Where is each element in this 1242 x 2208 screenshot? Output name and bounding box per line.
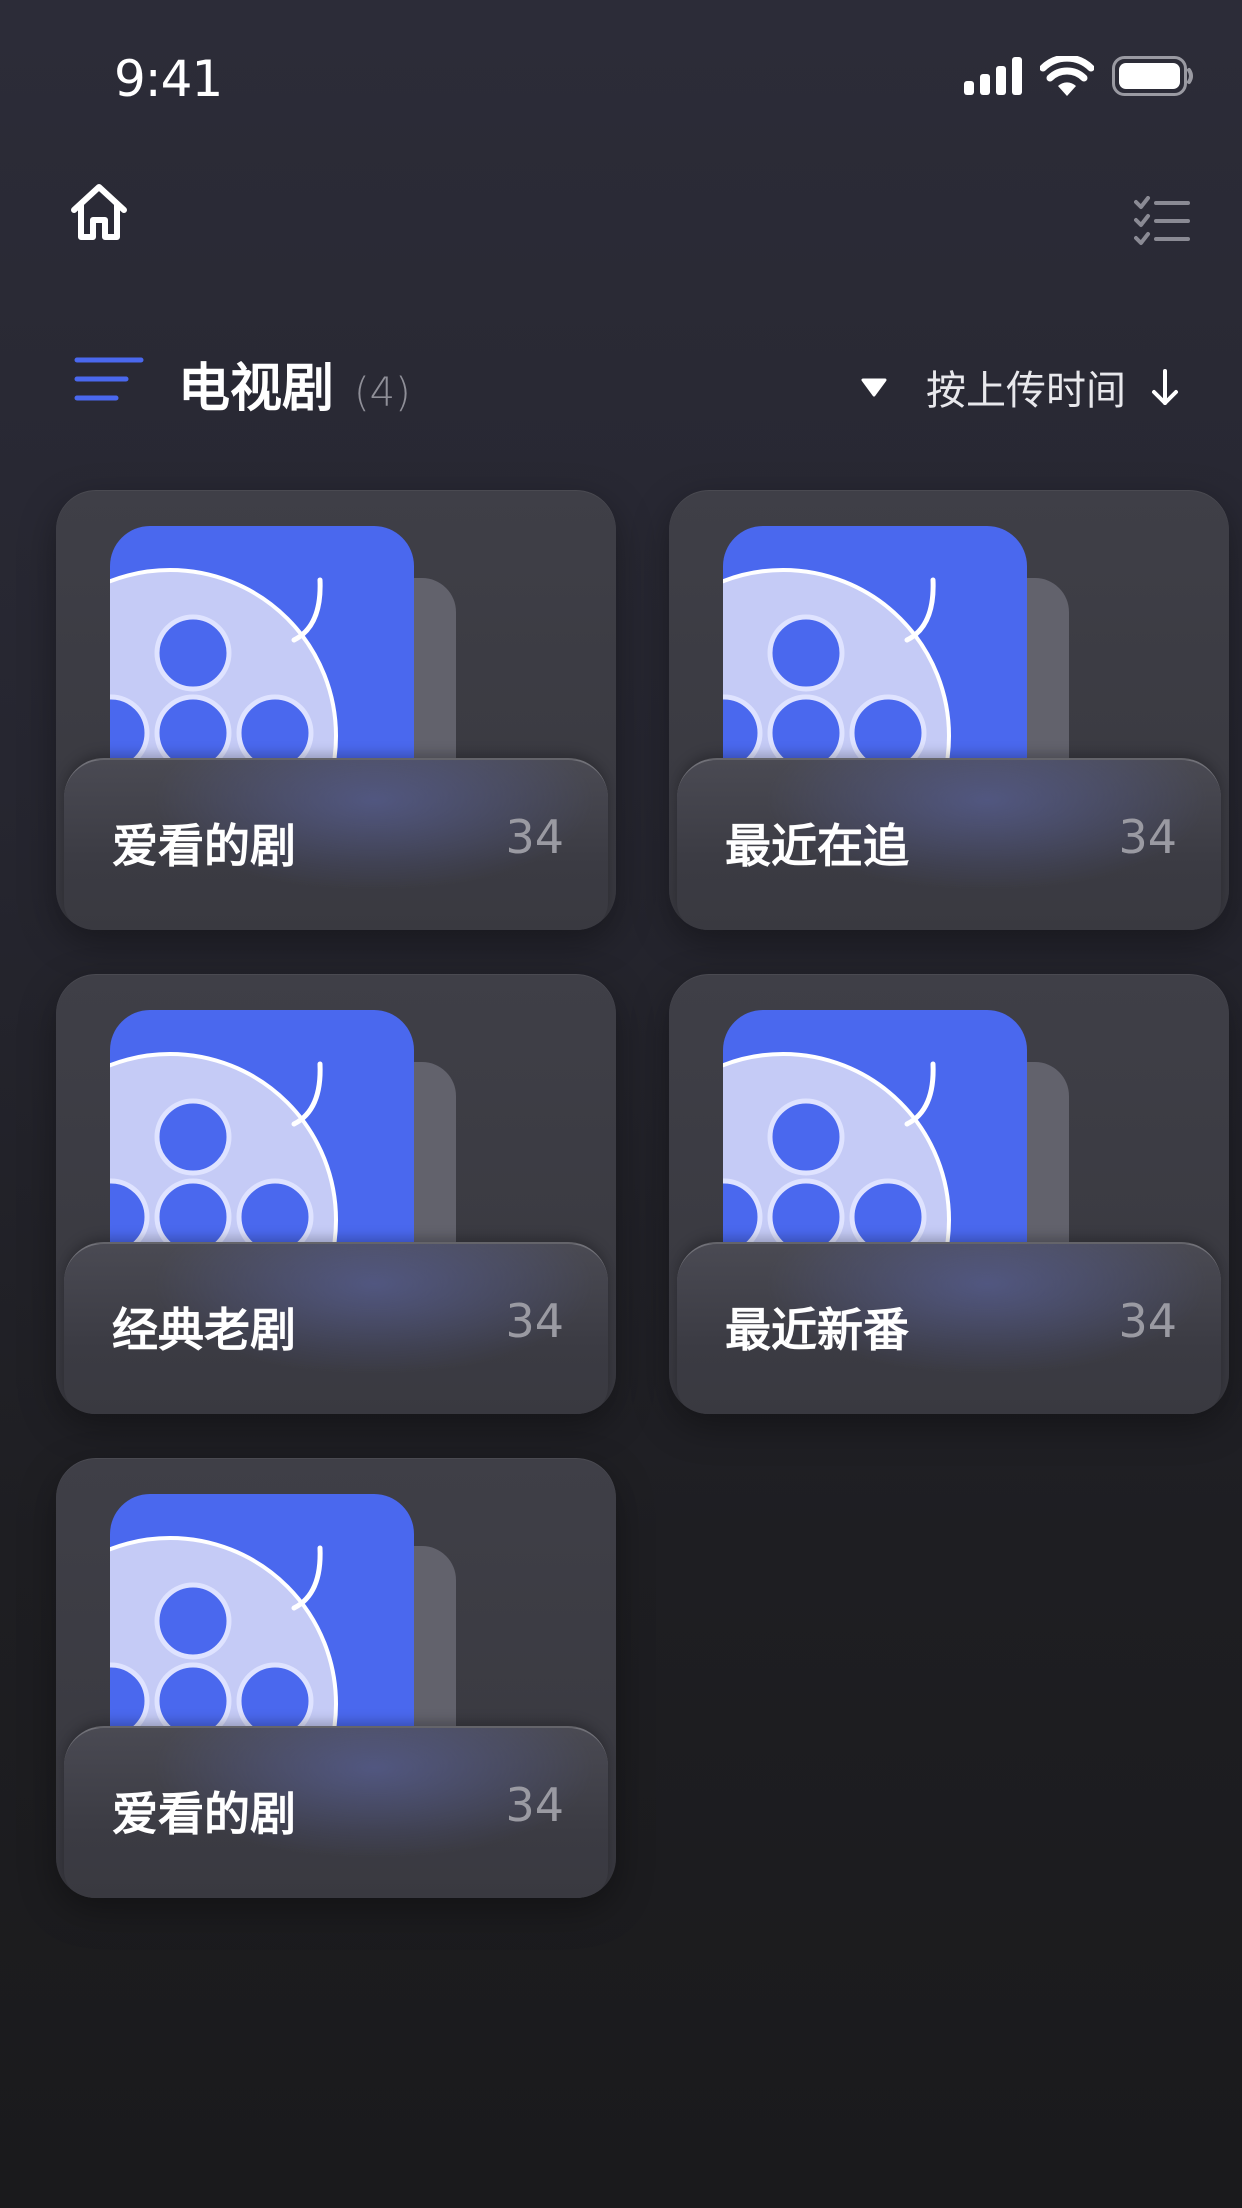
checklist-button[interactable]: [1134, 196, 1190, 248]
folder-count: 34: [505, 1778, 564, 1832]
folder-card[interactable]: 最近新番 34: [669, 974, 1229, 1414]
folder-card[interactable]: 最近在追 34: [669, 490, 1229, 930]
folder-card-footer: 经典老剧 34: [64, 1242, 608, 1414]
arrow-down-icon: [1152, 369, 1178, 405]
cellular-signal-icon: [964, 57, 1022, 95]
section-count: (4): [354, 370, 411, 416]
film-reel-icon: [110, 1010, 456, 1242]
page-title: 电视剧: [178, 359, 335, 419]
home-icon: [71, 184, 127, 240]
battery-icon: [1112, 56, 1193, 96]
caret-down-icon: [861, 378, 887, 397]
folder-title: 爱看的剧: [112, 819, 296, 873]
sort-dropdown[interactable]: 按上传时间: [860, 358, 1180, 416]
checklist-icon: [1134, 196, 1190, 245]
folder-card[interactable]: 爱看的剧 34: [56, 490, 616, 930]
folder-card[interactable]: 爱看的剧 34: [56, 1458, 616, 1898]
film-reel-icon: [723, 1010, 1069, 1242]
folder-title: 经典老剧: [112, 1303, 296, 1357]
menu-icon: [74, 357, 144, 401]
folder-count: 34: [1118, 810, 1177, 864]
folder-count: 34: [1118, 1294, 1177, 1348]
folder-card[interactable]: 经典老剧 34: [56, 974, 616, 1414]
status-icons: [964, 56, 1194, 96]
folder-title: 爱看的剧: [112, 1787, 296, 1841]
folder-title: 最近新番: [725, 1303, 909, 1357]
folder-card-footer: 最近新番 34: [677, 1242, 1221, 1414]
folder-count: 34: [505, 1294, 564, 1348]
folder-title: 最近在追: [725, 819, 909, 873]
folder-card-footer: 爱看的剧 34: [64, 1726, 608, 1898]
folder-count: 34: [505, 810, 564, 864]
status-bar: 9:41: [0, 0, 1242, 130]
section-header: 电视剧 (4): [178, 346, 411, 421]
home-button[interactable]: [66, 180, 132, 246]
status-time: 9:41: [114, 50, 223, 108]
film-reel-icon: [723, 526, 1069, 758]
film-reel-icon: [110, 1494, 456, 1726]
folder-card-footer: 最近在追 34: [677, 758, 1221, 930]
film-reel-icon: [110, 526, 456, 758]
folder-card-footer: 爱看的剧 34: [64, 758, 608, 930]
menu-button[interactable]: [74, 356, 144, 404]
wifi-icon: [1040, 56, 1094, 96]
sort-label: 按上传时间: [926, 368, 1126, 414]
